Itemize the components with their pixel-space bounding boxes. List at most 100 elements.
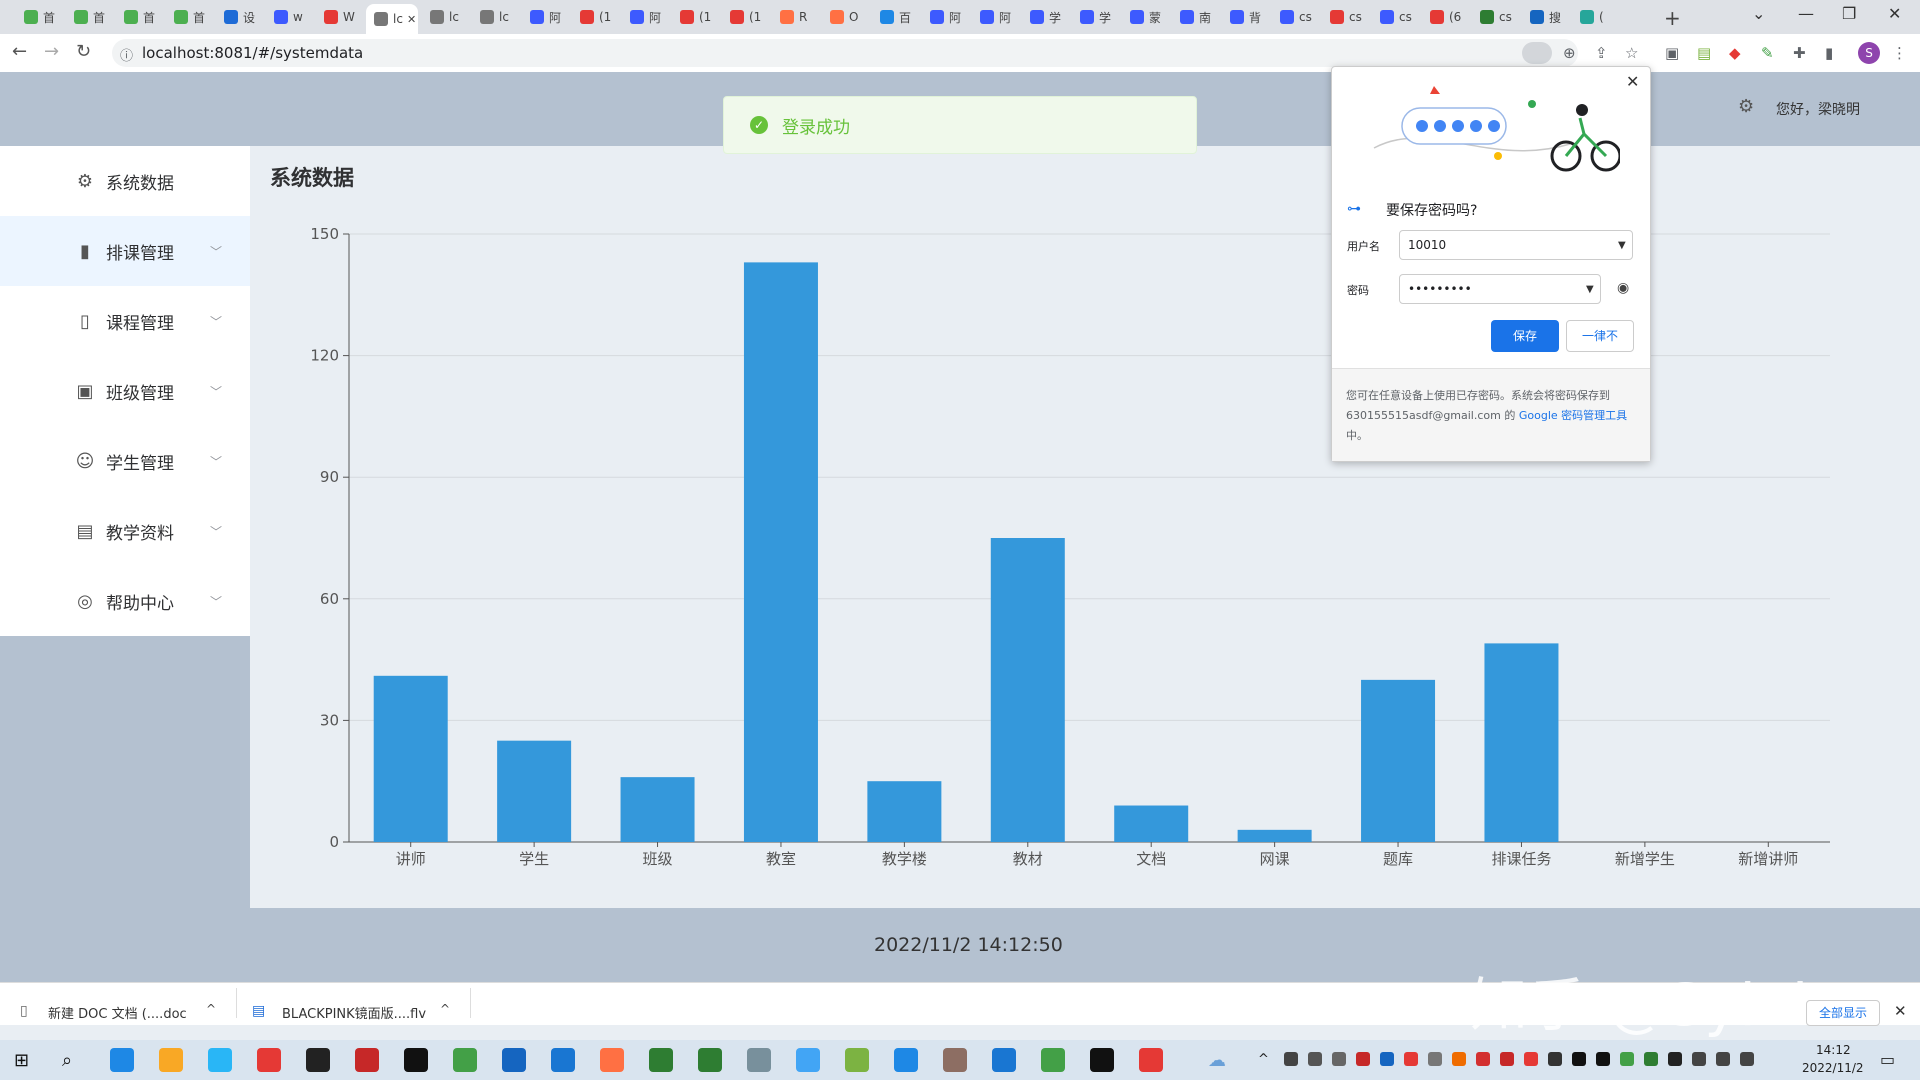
back-icon[interactable]: ← [12, 41, 27, 62]
tray-icon[interactable] [1644, 1052, 1658, 1066]
sidebar-item[interactable]: ◎ 帮助中心 ﹀ [0, 566, 250, 636]
browser-tab[interactable]: lc [472, 4, 518, 30]
browser-tab[interactable]: cs [1272, 4, 1318, 30]
browser-tab[interactable]: 学 [1022, 4, 1068, 30]
taskbar-app-icon[interactable] [600, 1048, 624, 1072]
browser-tab[interactable]: cs [1472, 4, 1518, 30]
clock-date[interactable]: 2022/11/2 [1802, 1061, 1864, 1075]
tray-icon[interactable] [1668, 1052, 1682, 1066]
leaf-extension-icon[interactable]: ✎ [1761, 44, 1774, 62]
browser-tab[interactable]: 南 [1172, 4, 1218, 30]
password-dropdown-icon[interactable]: ▼ [1586, 284, 1594, 295]
tray-icon[interactable] [1476, 1052, 1490, 1066]
password-key-icon[interactable] [1522, 42, 1552, 64]
browser-tab[interactable]: (6 [1422, 4, 1468, 30]
taskbar-app-icon[interactable] [943, 1048, 967, 1072]
restore-icon[interactable]: ❐ [1842, 4, 1856, 23]
browser-tab[interactable]: lc [422, 4, 468, 30]
browser-tab[interactable]: ( [1572, 4, 1618, 30]
browser-tab[interactable]: 阿 [972, 4, 1018, 30]
tray-icon[interactable] [1596, 1052, 1610, 1066]
menu-dots-icon[interactable]: ⋮ [1892, 44, 1907, 62]
browser-tab[interactable]: 设 [216, 4, 262, 30]
browser-tab[interactable]: 阿 [522, 4, 568, 30]
notification-icon[interactable]: ▭ [1880, 1050, 1895, 1069]
browser-tab[interactable]: (1 [722, 4, 768, 30]
browser-tab[interactable]: (1 [672, 4, 718, 30]
tray-icon[interactable] [1428, 1052, 1442, 1066]
taskbar-app-icon[interactable] [110, 1048, 134, 1072]
weather-cloud-icon[interactable]: ☁ [1208, 1050, 1226, 1071]
taskbar-app-icon[interactable] [306, 1048, 330, 1072]
username-field[interactable]: 10010 [1399, 230, 1633, 260]
tray-icon[interactable] [1716, 1052, 1730, 1066]
browser-tab[interactable]: 首 [116, 4, 162, 30]
password-field[interactable]: ••••••••• [1399, 274, 1601, 304]
sidebar-item[interactable]: ▮ 排课管理 ﹀ [0, 216, 250, 286]
taskbar-app-icon[interactable] [649, 1048, 673, 1072]
tray-icon[interactable] [1308, 1052, 1322, 1066]
close-window-icon[interactable]: ✕ [1888, 4, 1901, 23]
browser-tab[interactable]: 蒙 [1122, 4, 1168, 30]
taskbar-app-icon[interactable] [159, 1048, 183, 1072]
tray-icon[interactable] [1380, 1052, 1394, 1066]
tray-icon[interactable] [1404, 1052, 1418, 1066]
forward-icon[interactable]: → [44, 41, 59, 62]
share-icon[interactable]: ⇪ [1595, 44, 1608, 62]
browser-tab[interactable]: 首 [166, 4, 212, 30]
tray-icon[interactable] [1572, 1052, 1586, 1066]
taskbar-app-icon[interactable] [453, 1048, 477, 1072]
taskbar-app-icon[interactable] [404, 1048, 428, 1072]
show-all-downloads-button[interactable]: 全部显示 [1806, 1000, 1880, 1026]
taskbar-app-icon[interactable] [551, 1048, 575, 1072]
browser-tab[interactable]: 背 [1222, 4, 1268, 30]
tray-icon[interactable] [1692, 1052, 1706, 1066]
show-password-eye-icon[interactable]: ◉ [1617, 280, 1629, 296]
browser-tab[interactable]: 学 [1072, 4, 1118, 30]
sidebar-item[interactable]: ⚙ 系统数据 [0, 146, 250, 216]
browser-tab[interactable]: O [822, 4, 868, 30]
browser-tab[interactable]: R [772, 4, 818, 30]
camera-extension-icon[interactable]: ▣ [1665, 44, 1679, 62]
tray-expand-icon[interactable]: ^ [1258, 1052, 1269, 1067]
settings-gear-icon[interactable]: ⚙ [1738, 96, 1754, 117]
windows-start-icon[interactable]: ⊞ [14, 1050, 29, 1071]
extensions-puzzle-icon[interactable]: ✚ [1793, 44, 1806, 62]
taskbar-app-icon[interactable] [208, 1048, 232, 1072]
browser-tab[interactable]: 首 [16, 4, 62, 30]
taskbar-app-icon[interactable] [992, 1048, 1016, 1072]
tray-icon[interactable] [1356, 1052, 1370, 1066]
popup-close-icon[interactable]: ✕ [1626, 72, 1639, 91]
taskbar-app-icon[interactable] [1041, 1048, 1065, 1072]
sidebar-item[interactable]: ▣ 班级管理 ﹀ [0, 356, 250, 426]
browser-tab[interactable]: cs [1322, 4, 1368, 30]
download-item-doc[interactable]: 新建 DOC 文档 (....doc [48, 1003, 187, 1022]
browser-tab[interactable]: (1 [572, 4, 618, 30]
browser-tab[interactable]: lc ✕ [366, 4, 418, 34]
user-greeting[interactable]: 您好，梁晓明 [1776, 99, 1860, 119]
tray-icon[interactable] [1332, 1052, 1346, 1066]
taskbar-app-icon[interactable] [502, 1048, 526, 1072]
browser-tab[interactable]: 阿 [622, 4, 668, 30]
tray-icon[interactable] [1452, 1052, 1466, 1066]
new-tab-button[interactable]: + [1664, 6, 1681, 30]
tray-icon[interactable] [1500, 1052, 1514, 1066]
image-extension-icon[interactable]: ▤ [1697, 44, 1711, 62]
tray-icon[interactable] [1620, 1052, 1634, 1066]
profile-avatar[interactable]: S [1858, 42, 1880, 64]
taskbar-app-icon[interactable] [747, 1048, 771, 1072]
tray-icon[interactable] [1548, 1052, 1562, 1066]
tray-icon[interactable] [1284, 1052, 1298, 1066]
chevron-up-icon[interactable]: ^ [440, 1002, 450, 1016]
taskbar-app-icon[interactable] [257, 1048, 281, 1072]
taskbar-app-icon[interactable] [796, 1048, 820, 1072]
zoom-icon[interactable]: ⊕ [1563, 44, 1576, 62]
taskbar-app-icon[interactable] [1090, 1048, 1114, 1072]
bookmark-star-icon[interactable]: ☆ [1625, 44, 1638, 62]
sidebar-item[interactable]: ▤ 教学资料 ﹀ [0, 496, 250, 566]
never-save-button[interactable]: 一律不 [1566, 320, 1634, 352]
username-dropdown-icon[interactable]: ▼ [1618, 240, 1626, 251]
url-text[interactable]: localhost:8081/#/systemdata [142, 44, 363, 62]
taskbar-app-icon[interactable] [355, 1048, 379, 1072]
password-manager-link[interactable]: Google 密码管理工具 [1519, 409, 1627, 422]
